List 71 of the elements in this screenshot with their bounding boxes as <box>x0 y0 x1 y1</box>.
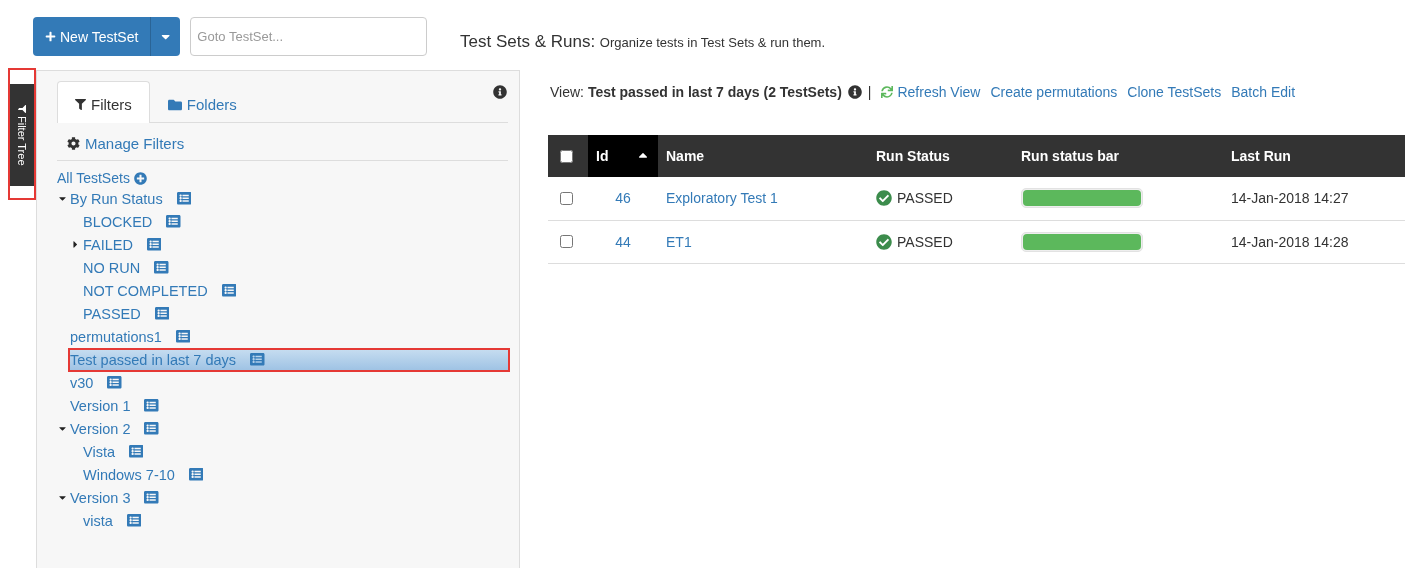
table-cell: 14-Jan-2018 14:28 <box>1223 220 1405 263</box>
table-cell: 14-Jan-2018 14:27 <box>1223 177 1405 220</box>
plus-icon <box>45 31 56 42</box>
tree-item[interactable]: Test passed in last 7 days <box>70 349 508 370</box>
status-text: PASSED <box>897 233 953 250</box>
folder-icon <box>167 97 182 112</box>
list-icon[interactable] <box>126 513 142 528</box>
view-label: View: Test passed in last 7 days (2 TestSets) <box>550 84 842 100</box>
row-checkbox[interactable] <box>560 191 573 205</box>
list-icon[interactable] <box>146 237 162 252</box>
row-checkbox[interactable] <box>560 235 573 248</box>
action-link[interactable]: Clone TestSets <box>1127 84 1222 100</box>
tree-item[interactable]: vista <box>83 510 156 531</box>
list-icon[interactable] <box>144 398 159 413</box>
list-icon[interactable] <box>144 421 159 436</box>
status-text: PASSED <box>897 190 953 207</box>
tree-item[interactable]: NO RUN <box>83 257 183 278</box>
all-testsets-link[interactable]: All TestSets <box>57 169 508 187</box>
column-header[interactable]: Last Run <box>1223 135 1405 177</box>
tree-item[interactable]: Version 2 <box>70 418 173 439</box>
filter-icon <box>75 99 86 110</box>
list-icon[interactable] <box>250 352 265 367</box>
goto-field[interactable]: Goto TestSet... <box>190 17 428 56</box>
name-link[interactable]: ET1 <box>666 233 692 250</box>
check-icon <box>876 190 892 207</box>
id-link[interactable]: 46 <box>615 190 631 207</box>
list-icon[interactable] <box>144 490 159 505</box>
list-icon[interactable] <box>129 444 144 459</box>
tree-item[interactable]: PASSED <box>83 303 184 324</box>
list-icon[interactable] <box>176 191 192 206</box>
list-icon[interactable] <box>154 306 170 321</box>
list-icon[interactable] <box>221 283 237 298</box>
list-icon[interactable] <box>175 329 191 344</box>
panel-tab[interactable]: Filters <box>57 81 150 123</box>
id-link[interactable]: 44 <box>615 233 631 250</box>
check-icon <box>876 233 892 250</box>
column-header[interactable]: Run Status <box>868 135 1013 177</box>
list-icon[interactable] <box>188 467 204 482</box>
new-testset-button[interactable]: New TestSet <box>33 17 151 56</box>
gear-icon <box>67 137 80 150</box>
tree-item[interactable]: Version 1 <box>70 395 173 416</box>
page-title: Test Sets & Runs: Organize tests in Test Sets & run them. <box>460 32 826 52</box>
action-link[interactable]: Refresh View <box>881 84 981 100</box>
refresh-icon <box>881 86 894 98</box>
select-all-checkbox[interactable] <box>560 149 573 163</box>
list-icon[interactable] <box>166 214 181 229</box>
column-header[interactable]: Name <box>658 135 868 177</box>
action-link[interactable]: Create permutations <box>990 84 1118 100</box>
tree-item[interactable]: By Run Status <box>70 188 206 209</box>
column-header[interactable]: Id <box>588 135 658 177</box>
info-icon[interactable] <box>493 85 507 99</box>
list-icon[interactable] <box>154 260 169 275</box>
name-link[interactable]: Exploratory Test 1 <box>666 190 778 207</box>
tree-item[interactable]: Version 3 <box>70 487 173 508</box>
manage-filters-link[interactable]: Manage Filters <box>57 123 508 161</box>
panel-tab[interactable]: Folders <box>149 81 255 123</box>
column-header[interactable]: Run status bar <box>1013 135 1223 177</box>
tree-item[interactable]: v30 <box>70 372 136 393</box>
filter-tree-tab[interactable]: Filter Tree <box>8 68 36 200</box>
filter-icon <box>18 104 26 113</box>
tree-item[interactable]: FAILED <box>83 234 176 255</box>
action-link[interactable]: Batch Edit <box>1231 84 1296 100</box>
list-icon[interactable] <box>107 375 122 390</box>
tree-item[interactable]: permutations1 <box>70 326 205 347</box>
info-icon[interactable] <box>847 85 862 99</box>
tree-item[interactable]: BLOCKED <box>83 211 195 232</box>
tree-item[interactable]: Windows 7-10 <box>83 464 218 485</box>
separator: | <box>867 84 872 100</box>
tree-item[interactable]: NOT COMPLETED <box>83 280 251 301</box>
dropdown-button[interactable] <box>150 17 181 56</box>
tree-item[interactable]: Vista <box>83 441 158 462</box>
